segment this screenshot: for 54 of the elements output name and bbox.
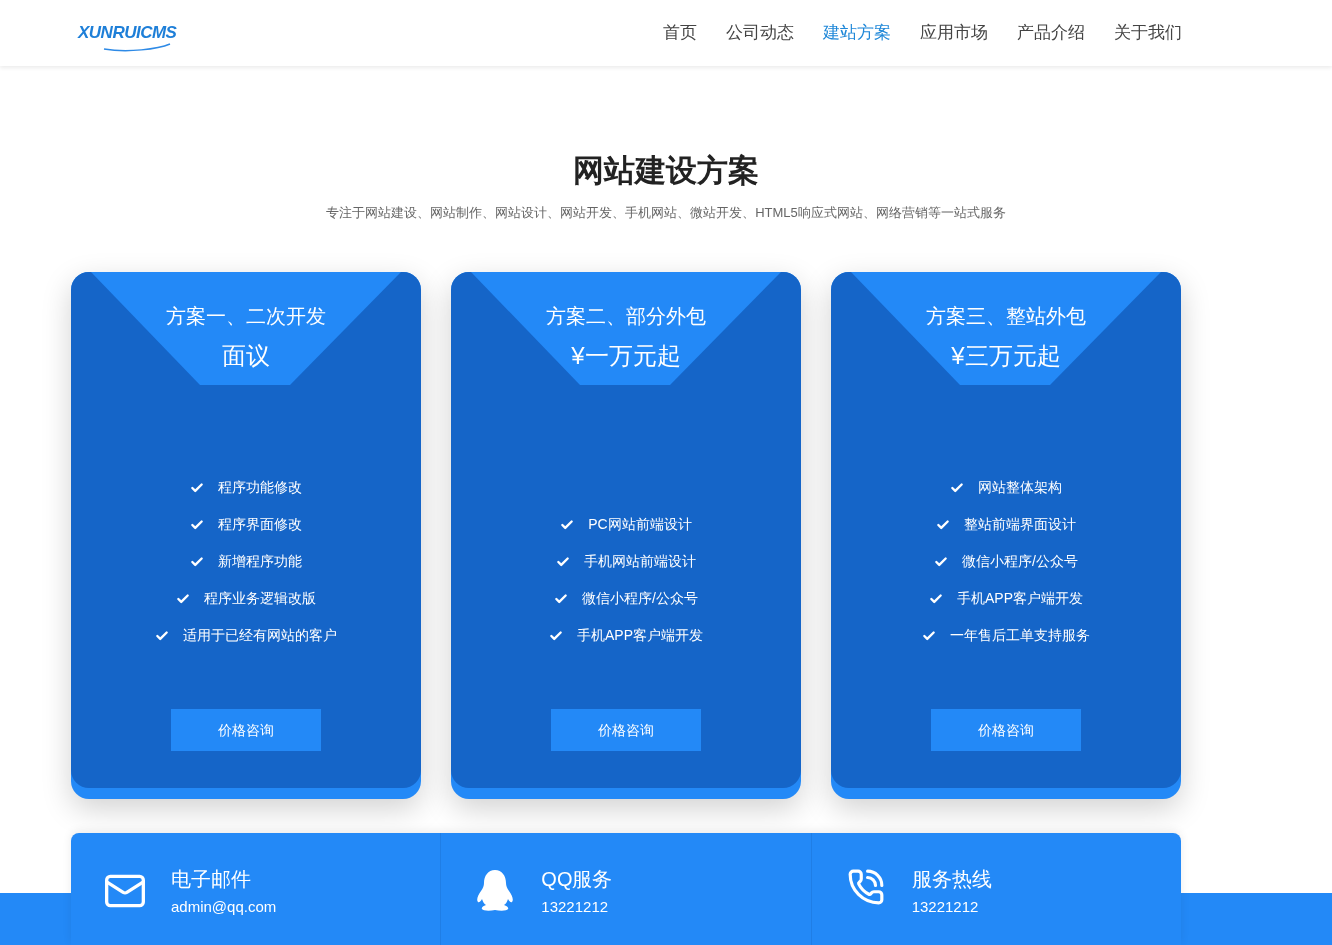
plan-name: 方案二、部分外包 [546,304,706,329]
price-inquiry-button[interactable]: 价格咨询 [551,709,701,751]
plan-price: ¥三万元起 [951,341,1061,371]
check-icon [922,628,936,643]
feature-text: 手机APP客户端开发 [957,589,1083,608]
contact-title: QQ服务 [541,867,613,892]
check-icon [554,591,569,606]
plan-name: 方案三、整站外包 [926,304,1086,329]
contact-value: 13221212 [911,897,980,917]
penguin-icon [475,868,516,912]
check-icon [556,554,570,569]
nav-link[interactable]: 建站方案 [823,20,891,46]
check-icon [929,591,943,606]
nav-link[interactable]: 应用市场 [920,20,988,46]
feature-text: 微信小程序/公众号 [582,589,698,608]
contact-title: 服务热线 [911,867,992,892]
check-icon [934,554,949,569]
check-icon [155,628,169,643]
feature-text: 适用于已经有网站的客户 [183,626,337,645]
check-icon [190,554,204,569]
check-icon [560,517,575,532]
feature-text: 手机网站前端设计 [584,552,696,571]
feature-text: 程序功能修改 [218,478,302,497]
phone-icon [846,868,885,906]
contact-value: admin@qq.com [171,897,277,917]
check-icon [176,591,190,606]
check-icon [950,480,964,495]
check-icon [936,517,950,532]
nav-link[interactable]: 首页 [663,20,697,46]
nav-link[interactable]: 关于我们 [1114,20,1182,46]
plan-name: 方案一、二次开发 [166,304,326,329]
feature-text: 网站整体架构 [978,478,1062,497]
plan-price: 面议 [222,341,270,371]
section-title: 网站建设方案 [573,152,759,190]
nav-link[interactable]: 产品介绍 [1017,20,1085,46]
feature-text: 一年售后工单支持服务 [950,626,1090,645]
section-subtitle: 专注于网站建设、网站制作、网站设计、网站开发、手机网站、微站开发、HTML5响应式网站、网络营销等一站式服务 [326,203,1006,222]
feature-text: PC网站前端设计 [588,515,692,534]
check-icon [190,517,204,532]
price-inquiry-button[interactable]: 价格咨询 [931,709,1081,751]
feature-text: 整站前端界面设计 [964,515,1076,534]
nav-link[interactable]: 公司动态 [726,20,794,46]
feature-text: 新增程序功能 [218,552,302,571]
plan-price: ¥一万元起 [571,341,681,371]
feature-text: 程序界面修改 [218,515,302,534]
check-icon [190,480,204,495]
feature-text: 手机APP客户端开发 [577,626,703,645]
price-inquiry-button[interactable]: 价格咨询 [171,709,321,751]
contact-title: 电子邮件 [171,867,252,892]
feature-text: 微信小程序/公众号 [962,552,1078,571]
logo[interactable]: XUNRUICMS [78,13,177,53]
check-icon [549,628,563,643]
contact-value: 13221212 [541,897,610,917]
feature-text: 程序业务逻辑改版 [204,589,316,608]
